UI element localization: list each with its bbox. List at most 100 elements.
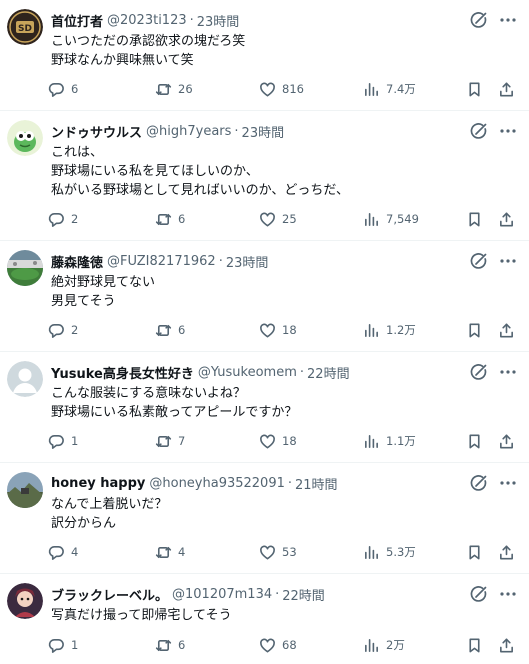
repost-button[interactable]: 26 [155, 79, 193, 99]
reply-button[interactable]: 6 [48, 79, 78, 99]
grok-icon[interactable] [470, 585, 488, 603]
share-button[interactable] [498, 320, 515, 340]
heart-icon [260, 82, 275, 96]
post-header: 首位打者 @2023ti123 · 23時間 [51, 10, 239, 30]
avatar[interactable] [7, 472, 43, 508]
grok-icon[interactable] [470, 474, 488, 492]
repost-count: 26 [178, 82, 193, 96]
repost-button[interactable]: 7 [155, 431, 185, 451]
avatar[interactable] [7, 583, 43, 619]
grok-icon[interactable] [470, 11, 488, 29]
more-options-icon[interactable] [499, 252, 517, 270]
avatar[interactable] [7, 361, 43, 397]
display-name[interactable]: honey happy [51, 476, 145, 491]
separator-dot: · [234, 123, 239, 139]
post-text-line: 私がいる野球場として見ればいいのか、どっちだ、 [51, 183, 349, 198]
share-button[interactable] [498, 209, 515, 229]
share-button[interactable] [498, 79, 515, 99]
repost-icon [155, 324, 172, 336]
more-options-icon[interactable] [499, 11, 517, 29]
avatar[interactable]: SD [7, 9, 43, 45]
more-options-icon[interactable] [499, 363, 517, 381]
grok-icon[interactable] [470, 363, 488, 381]
bookmark-button[interactable] [466, 635, 483, 655]
post[interactable]: Yusuke高身長女性好き @Yusukeomem · 22時間 こんな服装にす… [0, 352, 529, 462]
like-button[interactable]: 18 [259, 320, 297, 340]
post-body: これは、 野球場にいる私を見てほしいのか、 私がいる野球場として見ればいいのか、… [51, 143, 349, 200]
post[interactable]: honey happy @honeyha93522091 · 21時間 なんで上… [0, 463, 529, 573]
post[interactable]: ンドゥサウルス @high7years · 23時間 これは、 野球場にいる私を… [0, 111, 529, 240]
views-button[interactable]: 1.1万 [363, 431, 416, 451]
separator-dot: · [275, 586, 280, 602]
bookmark-button[interactable] [466, 431, 483, 451]
view-count: 1.2万 [386, 323, 416, 337]
reply-button[interactable]: 2 [48, 209, 78, 229]
display-name[interactable]: ンドゥサウルス [51, 122, 142, 141]
reply-button[interactable]: 2 [48, 320, 78, 340]
user-handle[interactable]: @FUZI82171962 [107, 254, 216, 269]
share-icon [500, 82, 513, 96]
post-body: なんで上着脱いだ？ 訳分からん [51, 495, 167, 533]
grok-icon[interactable] [470, 122, 488, 140]
user-handle[interactable]: @honeyha93522091 [149, 476, 285, 491]
post-text-line: これは、 [51, 145, 104, 160]
more-options-icon[interactable] [499, 585, 517, 603]
views-button[interactable]: 5.3万 [363, 542, 416, 562]
post-body: 絶対野球見てない 男見てそう [51, 273, 155, 311]
user-handle[interactable]: @101207m134 [172, 587, 272, 602]
timestamp[interactable]: 23時間 [242, 122, 285, 141]
bookmark-button[interactable] [466, 79, 483, 99]
user-handle[interactable]: @Yusukeomem [198, 365, 297, 380]
grok-icon[interactable] [470, 252, 488, 270]
like-button[interactable]: 68 [259, 635, 297, 655]
post-text-line: こんな服装にする意味ないよね？ [51, 386, 246, 401]
separator-dot: · [189, 12, 194, 28]
like-button[interactable]: 53 [259, 542, 297, 562]
views-button[interactable]: 7,549 [363, 209, 419, 229]
reply-count: 6 [71, 82, 79, 96]
more-options-icon[interactable] [499, 474, 517, 492]
views-button[interactable]: 2万 [363, 635, 405, 655]
display-name[interactable]: 藤森隆徳 [51, 252, 103, 271]
timestamp[interactable]: 21時間 [295, 474, 338, 493]
post-text-line: 絶対野球見てない [51, 275, 156, 290]
bookmark-button[interactable] [466, 320, 483, 340]
repost-icon [155, 83, 172, 95]
like-button[interactable]: 18 [259, 431, 297, 451]
bookmark-button[interactable] [466, 209, 483, 229]
user-handle[interactable]: @2023ti123 [107, 13, 187, 28]
share-button[interactable] [498, 431, 515, 451]
timestamp[interactable]: 22時間 [282, 585, 325, 604]
display-name[interactable]: 首位打者 [51, 11, 103, 30]
like-button[interactable]: 816 [259, 79, 304, 99]
post[interactable]: SD 首位打者 @2023ti123 · 23時間 こいつただの承認欲求の塊だろ… [0, 0, 529, 110]
reply-button[interactable]: 4 [48, 542, 78, 562]
bookmark-icon [469, 638, 480, 652]
share-button[interactable] [498, 542, 515, 562]
bookmark-button[interactable] [466, 542, 483, 562]
share-button[interactable] [498, 635, 515, 655]
like-button[interactable]: 25 [259, 209, 297, 229]
repost-button[interactable]: 4 [155, 542, 185, 562]
user-handle[interactable]: @high7years [146, 124, 231, 139]
repost-button[interactable]: 6 [155, 320, 185, 340]
more-options-icon[interactable] [499, 122, 517, 140]
timestamp[interactable]: 23時間 [197, 11, 240, 30]
reply-button[interactable]: 1 [48, 431, 78, 451]
views-button[interactable]: 1.2万 [363, 320, 416, 340]
avatar[interactable] [7, 250, 43, 286]
repost-count: 6 [178, 212, 186, 226]
post[interactable]: ブラックレーベル。 @101207m134 · 22時間 写真だけ撮って即帰宅し… [0, 574, 529, 664]
reply-button[interactable]: 1 [48, 635, 78, 655]
post[interactable]: 藤森隆徳 @FUZI82171962 · 23時間 絶対野球見てない 男見てそう… [0, 241, 529, 351]
display-name[interactable]: ブラックレーベル。 [51, 585, 168, 604]
bookmark-icon [469, 545, 480, 559]
avatar[interactable] [7, 120, 43, 156]
repost-button[interactable]: 6 [155, 209, 185, 229]
timestamp[interactable]: 22時間 [307, 363, 350, 382]
display-name[interactable]: Yusuke高身長女性好き [51, 363, 194, 382]
timestamp[interactable]: 23時間 [226, 252, 269, 271]
views-button[interactable]: 7.4万 [363, 79, 416, 99]
separator-dot: · [218, 253, 223, 269]
repost-button[interactable]: 6 [155, 635, 185, 655]
